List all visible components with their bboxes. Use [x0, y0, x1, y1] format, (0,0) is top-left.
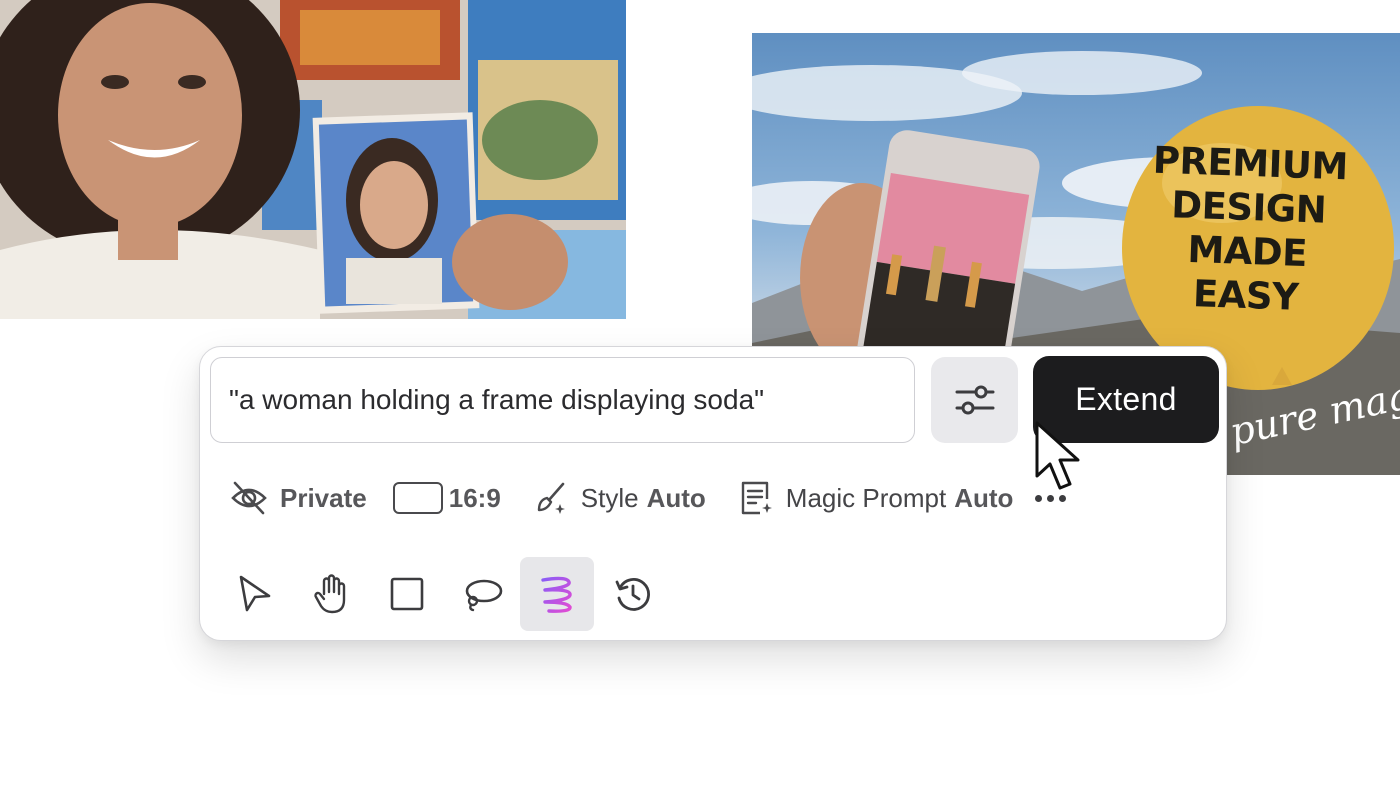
style-label: Style	[580, 482, 639, 513]
history-icon	[615, 578, 650, 611]
balloon-line-1: PREMIUM	[1152, 138, 1349, 189]
style-value: Auto	[646, 482, 706, 513]
settings-button[interactable]	[931, 357, 1018, 443]
tool-rectangle[interactable]	[370, 557, 444, 631]
magic-prompt-selector[interactable]: Magic Prompt Auto	[738, 479, 1014, 517]
document-sparkle-icon	[738, 479, 774, 517]
tool-lasso[interactable]	[446, 557, 520, 631]
style-selector[interactable]: Style Auto	[533, 480, 706, 516]
tool-magic-brush[interactable]	[520, 557, 594, 631]
pointer-icon	[239, 575, 271, 612]
aspect-ratio-selector[interactable]: 16:9	[392, 482, 501, 514]
balloon-line-3: MADE	[1186, 227, 1308, 276]
canvas-image-woman-portrait	[0, 0, 626, 319]
canvas-toolbar	[218, 557, 678, 631]
square-icon	[390, 577, 424, 611]
magic-scribble-icon	[541, 576, 572, 613]
eye-off-icon	[230, 480, 268, 516]
magic-prompt-value: Auto	[954, 482, 1014, 513]
hand-icon	[314, 574, 346, 614]
magic-prompt-label: Magic Prompt	[785, 482, 947, 513]
tool-history[interactable]	[596, 557, 670, 631]
lasso-icon	[465, 579, 503, 612]
privacy-label: Private	[280, 482, 367, 513]
balloon-line-2: DESIGN	[1170, 183, 1327, 232]
prompt-text: "a woman holding a frame displaying soda…	[229, 384, 765, 415]
mouse-cursor-icon	[1035, 421, 1080, 490]
more-options-icon[interactable]	[1035, 494, 1067, 502]
tool-select[interactable]	[218, 557, 292, 631]
tool-pan[interactable]	[294, 557, 368, 631]
aspect-ratio-icon	[392, 482, 443, 514]
privacy-toggle[interactable]: Private	[230, 480, 367, 516]
paintbrush-sparkle-icon	[533, 480, 569, 516]
aspect-ratio-value: 16:9	[448, 482, 501, 513]
prompt-input[interactable]: "a woman holding a frame displaying soda…	[210, 357, 915, 443]
balloon-headline: PREMIUM DESIGN MADE EASY	[1133, 138, 1363, 322]
woman-photo-illustration	[0, 0, 626, 319]
generation-options: Private 16:9 Style Auto Magic Prompt Aut…	[230, 475, 1130, 521]
sliders-icon	[955, 385, 994, 415]
balloon-line-4: EASY	[1192, 272, 1300, 319]
